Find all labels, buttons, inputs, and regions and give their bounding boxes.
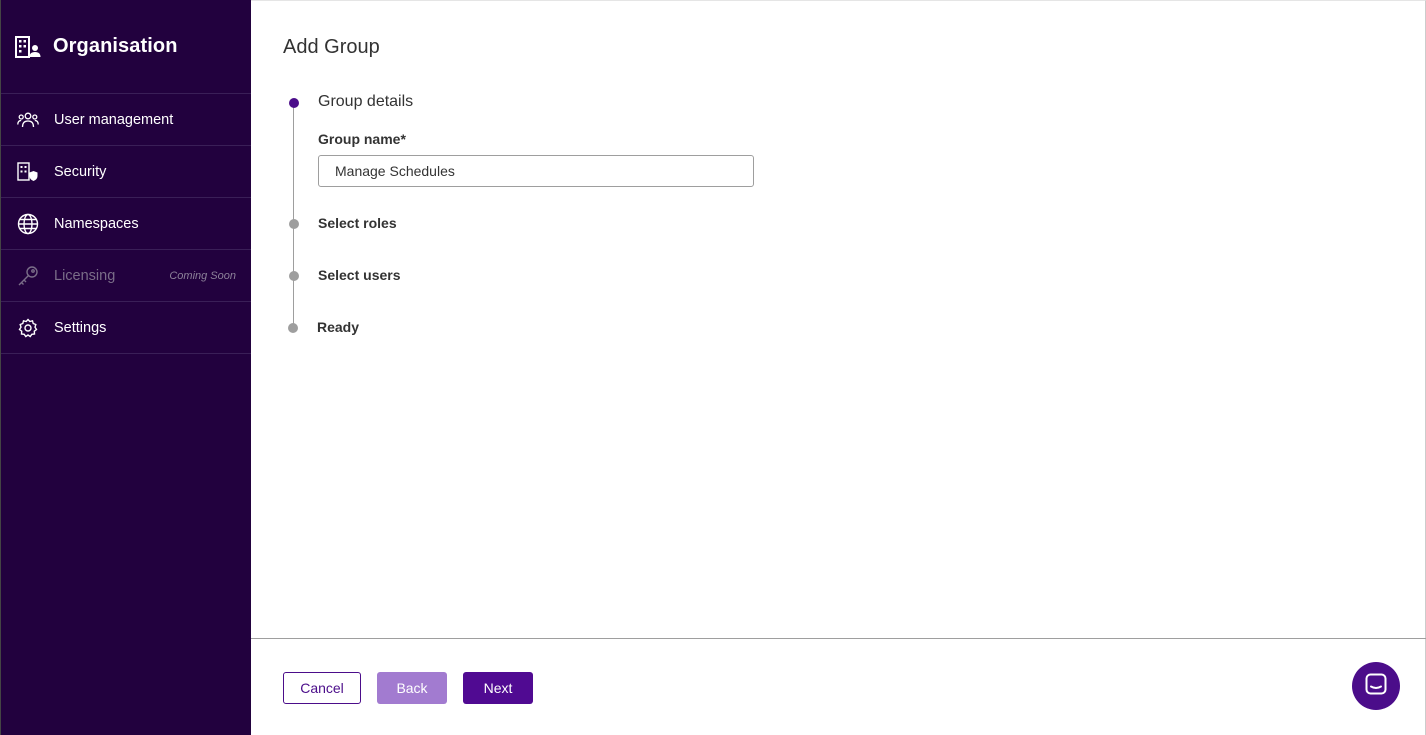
step-group-details: Group details [318,93,414,110]
users-icon [17,109,39,131]
globe-icon [17,213,39,235]
footer-divider [251,638,1426,639]
next-button[interactable]: Next [463,672,533,704]
sidebar-item-label: Licensing [54,267,116,284]
building-user-icon [15,35,41,59]
group-name-label: Group name* [318,131,406,147]
stepper-line [293,103,294,328]
sidebar-item-licensing: Licensing Coming Soon [1,250,251,302]
step-select-roles: Select roles [318,215,397,231]
gear-icon [17,317,39,339]
chat-icon [1365,673,1387,700]
sidebar-header: Organisation [1,0,251,94]
step-select-users: Select users [318,267,401,283]
sidebar-item-namespaces[interactable]: Namespaces [1,198,251,250]
sidebar-item-security[interactable]: Security [1,146,251,198]
step-dot [288,323,298,333]
step-ready: Ready [317,319,360,335]
sidebar-item-user-management[interactable]: User management [1,94,251,146]
key-icon [17,265,39,287]
chat-launcher-button[interactable] [1352,662,1400,710]
coming-soon-badge: Coming Soon [169,269,236,282]
stepper: Group details Group name* Select roles S… [283,91,883,351]
sidebar-item-settings[interactable]: Settings [1,302,251,354]
main-content: Add Group Group details Group name* Sele… [251,0,1426,735]
step-dot [289,219,299,229]
sidebar-item-label: Namespaces [54,215,139,232]
sidebar-item-label: Security [54,163,107,180]
step-dot [289,271,299,281]
back-button[interactable]: Back [377,672,447,704]
group-name-input[interactable] [318,155,754,187]
sidebar-item-label: Settings [54,319,107,336]
step-dot-active [289,98,299,108]
cancel-button[interactable]: Cancel [283,672,361,704]
page-title: Add Group [283,36,380,58]
building-shield-icon [17,161,39,183]
sidebar: Organisation User management Security Na… [0,0,251,735]
sidebar-title: Organisation [53,35,178,57]
sidebar-item-label: User management [54,111,174,128]
